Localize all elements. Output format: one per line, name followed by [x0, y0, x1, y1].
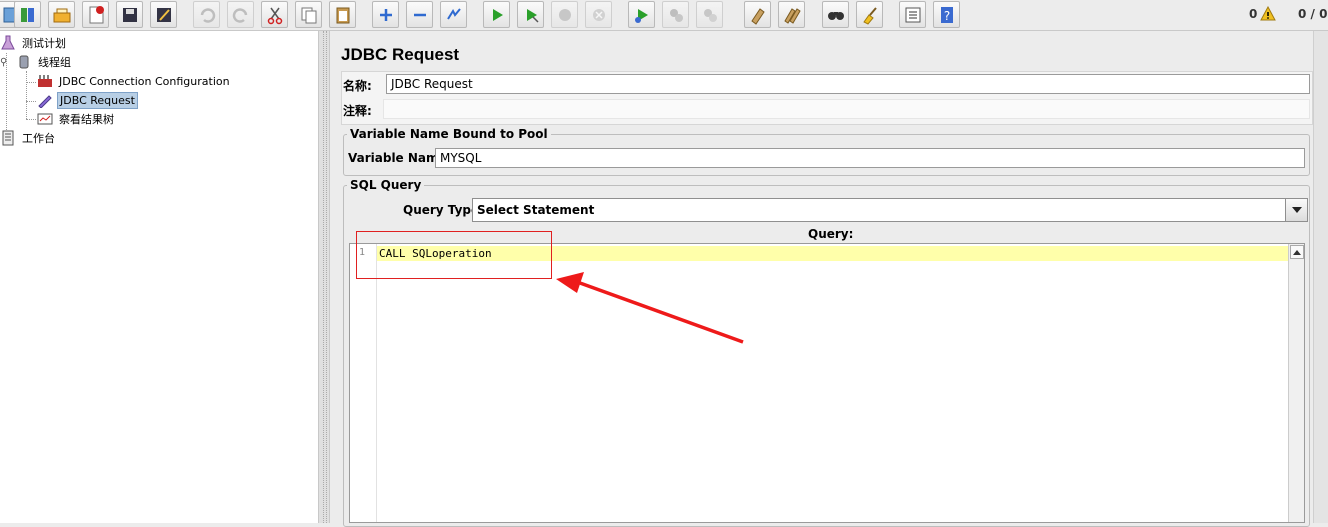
clear-all-icon[interactable]	[778, 1, 805, 28]
query-label: Query:	[808, 227, 854, 241]
query-editor[interactable]: 1 CALL SQLoperation	[349, 243, 1305, 523]
remote-start-icon[interactable]	[628, 1, 655, 28]
help-icon[interactable]: ?	[933, 1, 960, 28]
tree-node-view-results-tree[interactable]: 察看结果树	[37, 110, 116, 128]
editor-scrollbar[interactable]	[1288, 244, 1304, 522]
panel-splitter[interactable]	[318, 31, 330, 523]
tree-node-jdbc-connection[interactable]: JDBC Connection Configuration	[37, 72, 232, 90]
warning-icon[interactable]	[1260, 5, 1276, 22]
expand-toggle-icon[interactable]: ⚲	[0, 57, 16, 68]
test-plan-icon	[0, 35, 16, 51]
tree-node-test-plan[interactable]: 测试计划	[0, 34, 68, 52]
config-element-icon	[37, 73, 53, 89]
line-number-gutter: 1	[350, 244, 377, 522]
function-helper-icon[interactable]	[899, 1, 926, 28]
copy-icon[interactable]	[295, 1, 322, 28]
save-icon[interactable]	[82, 1, 109, 28]
comment-input[interactable]	[383, 99, 1310, 119]
svg-text:?: ?	[943, 9, 949, 23]
expand-icon[interactable]	[372, 1, 399, 28]
collapse-icon[interactable]	[406, 1, 433, 28]
annotation-highlight-box	[356, 231, 552, 279]
test-plan-tree: 测试计划 ⚲ 线程组 JDBC Connection Configuration…	[0, 31, 318, 523]
save-as-icon[interactable]	[116, 1, 143, 28]
workbench-icon	[0, 130, 16, 146]
start-no-pause-icon[interactable]	[517, 1, 544, 28]
comment-label: 注释:	[343, 104, 372, 118]
close-icon[interactable]	[48, 1, 75, 28]
cut-icon[interactable]	[261, 1, 288, 28]
scroll-up-icon[interactable]	[1290, 245, 1304, 259]
thread-group-icon	[16, 54, 32, 70]
sql-query-group-title: SQL Query	[347, 178, 425, 192]
undo-icon[interactable]	[193, 1, 220, 28]
paste-icon[interactable]	[329, 1, 356, 28]
listener-icon	[37, 111, 53, 127]
sampler-icon	[37, 92, 53, 109]
stop-icon[interactable]	[551, 1, 578, 28]
tree-node-jdbc-request[interactable]: JDBC Request	[37, 91, 138, 109]
tree-node-workbench[interactable]: 工作台	[0, 129, 57, 147]
search-icon[interactable]	[822, 1, 849, 28]
redo-icon[interactable]	[227, 1, 254, 28]
page-title: JDBC Request	[341, 45, 460, 64]
chevron-down-icon[interactable]	[1285, 199, 1307, 221]
toggle-icon[interactable]	[440, 1, 467, 28]
start-icon[interactable]	[483, 1, 510, 28]
name-label: 名称:	[343, 79, 372, 93]
warning-count: 0	[1249, 7, 1258, 21]
reset-search-icon[interactable]	[856, 1, 883, 28]
clear-icon[interactable]	[744, 1, 771, 28]
thread-count: 0 / 0	[1298, 7, 1328, 21]
query-type-value: Select Statement	[477, 203, 595, 217]
pool-group-title: Variable Name Bound to Pool	[347, 127, 551, 141]
variable-name-input[interactable]: MYSQL	[435, 148, 1305, 168]
save-selection-icon[interactable]	[150, 1, 177, 28]
name-input[interactable]: JDBC Request	[386, 74, 1310, 94]
remote-stop-icon[interactable]	[662, 1, 689, 28]
shutdown-icon[interactable]	[585, 1, 612, 28]
remote-shutdown-icon[interactable]	[696, 1, 723, 28]
query-type-select[interactable]: Select Statement	[472, 198, 1308, 222]
open-icon[interactable]	[14, 1, 41, 28]
toolbar: ? 0 0 / 0	[0, 0, 1328, 31]
tree-node-thread-group[interactable]: ⚲ 线程组	[0, 53, 73, 71]
right-scrollbar[interactable]	[1313, 31, 1328, 523]
